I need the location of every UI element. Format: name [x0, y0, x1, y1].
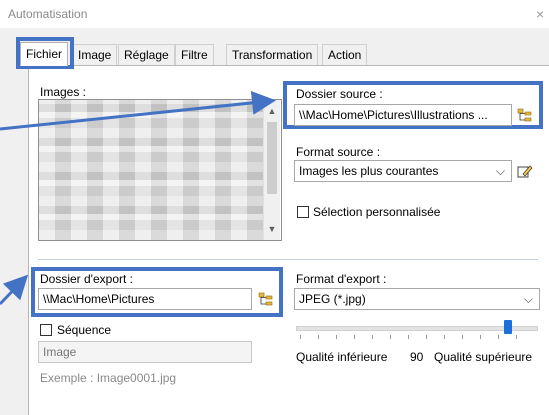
export-format-select[interactable]: JPEG (*.jpg) ⌵ — [294, 288, 540, 310]
scroll-down-arrow-icon[interactable]: ▼ — [266, 222, 278, 236]
quality-low-label: Qualité inférieure — [296, 350, 388, 364]
quality-value: 90 — [410, 350, 424, 364]
scroll-thumb[interactable] — [267, 122, 277, 194]
quality-slider-thumb[interactable] — [504, 320, 512, 334]
scroll-up-arrow-icon[interactable]: ▲ — [266, 104, 278, 118]
chevron-down-icon: ⌵ — [523, 292, 533, 306]
sequence-label: Séquence — [57, 323, 112, 337]
tab-reglage[interactable]: Réglage — [118, 44, 175, 65]
source-folder-field[interactable]: \\Mac\Home\Pictures\Illustrations ... — [294, 104, 512, 126]
export-format-value: JPEG (*.jpg) — [299, 292, 366, 306]
quality-slider-track[interactable] — [296, 326, 538, 331]
folder-tree-icon[interactable] — [517, 107, 533, 126]
tab-label: Réglage — [124, 48, 169, 62]
source-format-select[interactable]: Images les plus courantes ⌵ — [294, 160, 512, 182]
tab-filtre[interactable]: Filtre — [175, 44, 214, 65]
close-icon[interactable]: × — [536, 6, 544, 22]
tab-fichier[interactable]: Fichier — [20, 42, 69, 66]
tab-transformation[interactable]: Transformation — [226, 44, 319, 65]
tab-image[interactable]: Image — [72, 44, 118, 65]
source-format-value: Images les plus courantes — [299, 164, 439, 178]
tab-label: Image — [78, 48, 112, 62]
tab-label: Filtre — [181, 48, 208, 62]
images-label: Images : — [40, 85, 87, 99]
edit-pencil-icon[interactable] — [517, 163, 533, 182]
window-title: Automatisation — [8, 7, 88, 21]
tab-label: Transformation — [232, 48, 313, 62]
source-folder-label: Dossier source : — [296, 87, 383, 101]
custom-selection-checkbox[interactable] — [297, 206, 309, 218]
export-format-label: Format d'export : — [296, 272, 387, 286]
image-thumbnails — [39, 100, 263, 240]
divider — [38, 259, 538, 260]
sequence-checkbox[interactable] — [40, 324, 52, 336]
quality-high-label: Qualité supérieure — [434, 350, 533, 364]
example-text: Exemple : Image0001.jpg — [40, 371, 177, 385]
folder-tree-icon[interactable] — [258, 291, 274, 310]
export-folder-field[interactable]: \\Mac\Home\Pictures — [38, 288, 252, 310]
tab-label: Fichier — [26, 47, 63, 61]
custom-selection-label: Sélection personnalisée — [313, 205, 441, 219]
export-folder-label: Dossier d'export : — [40, 272, 133, 286]
images-scrollbar[interactable]: ▲ ▼ — [263, 100, 280, 240]
tab-action[interactable]: Action — [322, 44, 368, 65]
quality-slider-ticks — [300, 335, 534, 339]
chevron-down-icon: ⌵ — [495, 164, 505, 178]
source-format-label: Format source : — [296, 145, 381, 159]
sequence-field[interactable]: Image — [38, 341, 252, 363]
images-list[interactable]: ▲ ▼ — [38, 99, 282, 241]
tab-label: Action — [328, 48, 362, 62]
